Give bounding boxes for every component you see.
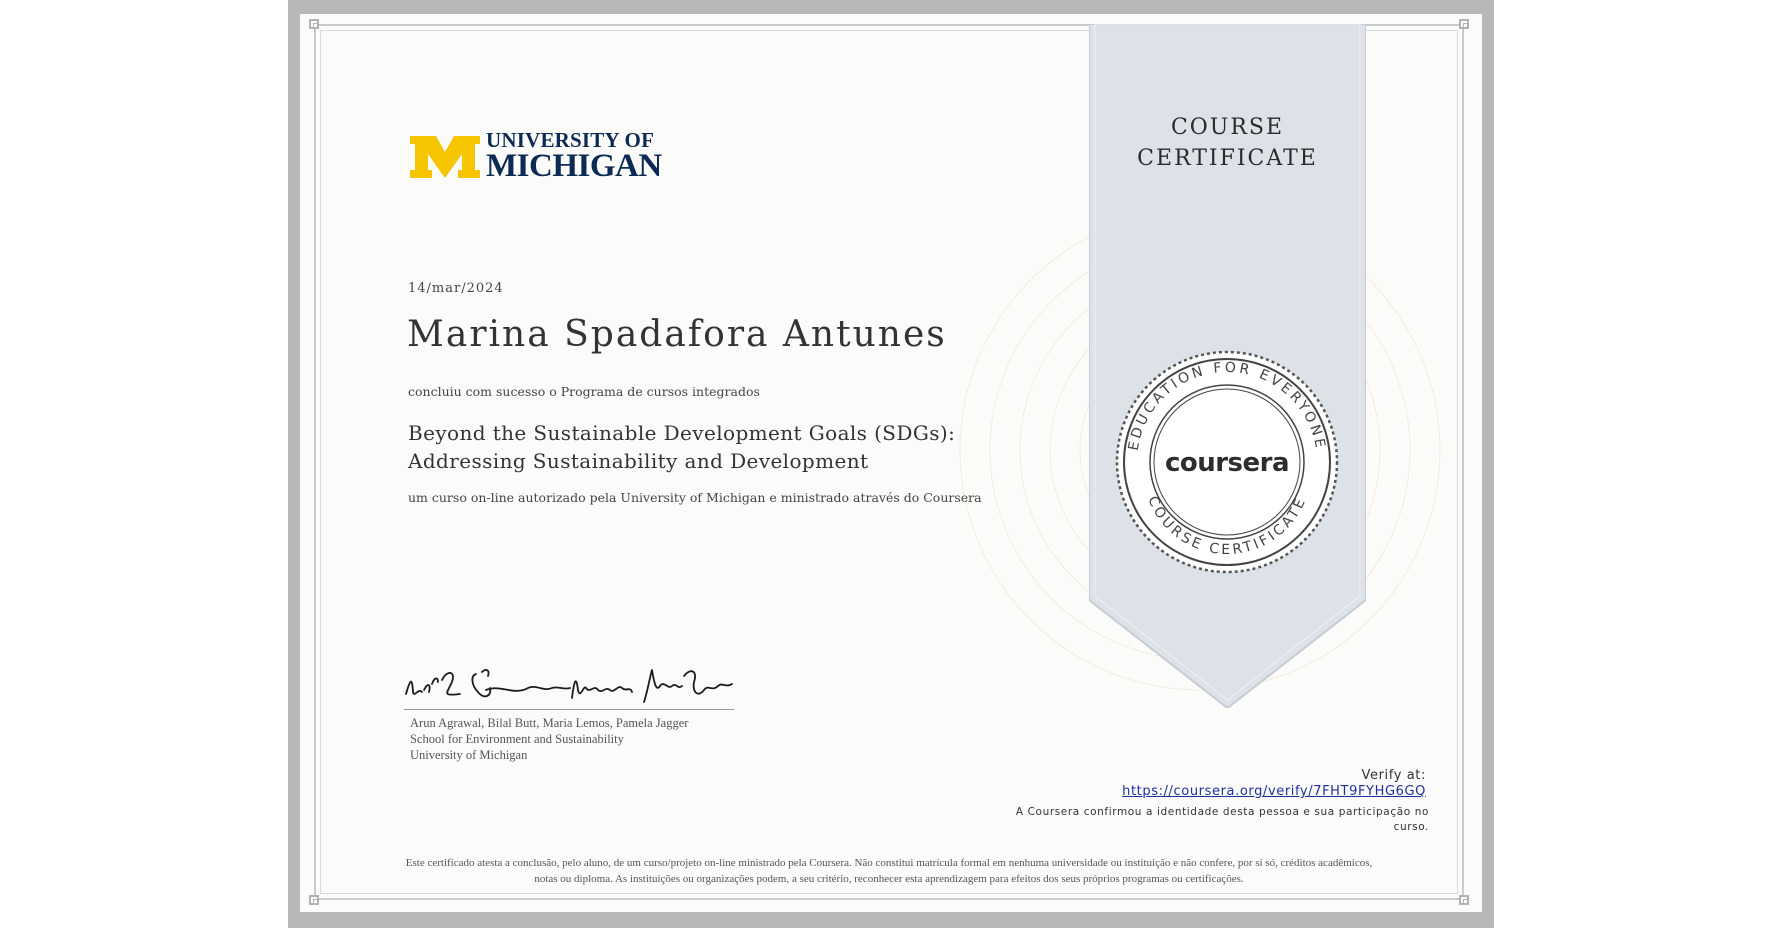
signers-names: Arun Agrawal, Bilal Butt, Maria Lemos, P… <box>410 716 689 730</box>
completion-statement: concluiu com sucesso o Programa de curso… <box>408 384 760 399</box>
signers-school: School for Environment and Sustainabilit… <box>410 732 624 746</box>
disclaimer-line2: notas ou diploma. As instituições ou org… <box>534 872 1244 885</box>
disclaimer-line1: Este certificado atesta a conclusão, pel… <box>405 857 1373 869</box>
signers-university: University of Michigan <box>410 748 528 762</box>
verify-block: Verify at: https://coursera.org/verify/7… <box>1122 768 1426 800</box>
logo-line2: MICHIGAN <box>486 148 662 184</box>
seal-brand-text: coursera <box>1165 448 1289 478</box>
disclaimer: Este certificado atesta a conclusão, pel… <box>330 856 1448 887</box>
block-m-icon <box>410 136 480 178</box>
signatures <box>405 669 733 703</box>
ribbon-title: COURSE CERTIFICATE <box>1089 112 1366 174</box>
logo-line1: UNIVERSITY OF <box>486 128 655 152</box>
authorization-statement: um curso on-line autorizado pela Univers… <box>408 490 982 505</box>
verify-label: Verify at: <box>1361 768 1426 783</box>
recipient-name: Marina Spadafora Antunes <box>407 314 947 355</box>
signature-line <box>404 709 734 710</box>
corner-ornament-bottom-right <box>1459 895 1469 905</box>
university-wordmark: UNIVERSITY OF MICHIGAN <box>486 128 662 184</box>
ribbon-title-line1: COURSE <box>1170 115 1285 140</box>
course-title-line2: Addressing Sustainability and Developmen… <box>408 449 869 473</box>
coursera-seal: EDUCATION FOR EVERYONE COURSE CERTIFICAT… <box>1115 350 1339 574</box>
signers-block: Arun Agrawal, Bilal Butt, Maria Lemos, P… <box>410 715 688 763</box>
corner-ornament-top-left <box>309 19 319 29</box>
course-title-line1: Beyond the Sustainable Development Goals… <box>408 421 956 445</box>
issue-date: 14/mar/2024 <box>408 281 504 296</box>
corner-ornament-bottom-left <box>309 895 319 905</box>
course-title: Beyond the Sustainable Development Goals… <box>408 419 955 475</box>
corner-ornament-top-right <box>1459 19 1469 29</box>
ribbon-title-line2: CERTIFICATE <box>1137 146 1318 171</box>
identity-confirmation: A Coursera confirmou a identidade desta … <box>1015 806 1429 833</box>
verify-link[interactable]: https://coursera.org/verify/7FHT9FYHG6GQ <box>1122 784 1426 800</box>
